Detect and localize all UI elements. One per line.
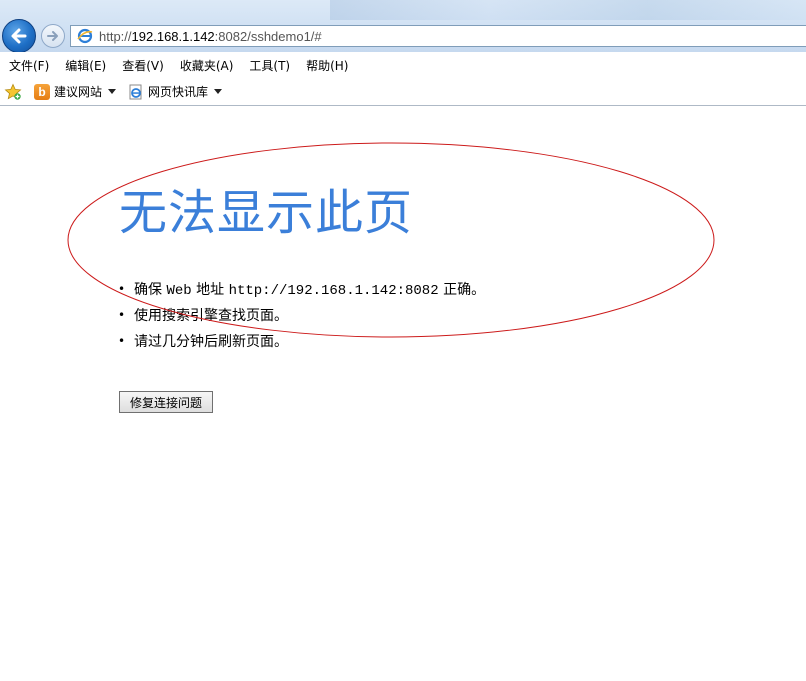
ie-page-icon: [77, 28, 93, 44]
bullet: •: [118, 282, 126, 296]
favorites-star-button[interactable]: [4, 83, 22, 101]
list-item: • 请过几分钟后刷新页面。: [118, 328, 485, 354]
page-title: 无法显示此页: [119, 185, 414, 241]
chevron-down-icon: [214, 89, 223, 94]
ie-page-icon: [129, 84, 142, 99]
fav-suggested-sites-label: 建议网站: [54, 85, 103, 99]
menu-file[interactable]: 文件(F): [9, 57, 49, 74]
forward-button[interactable]: [41, 24, 65, 48]
address-bar[interactable]: http://192.168.1.142:8082/sshdemo1/#: [70, 25, 806, 47]
tips-list: • 确保 Web 地址 http://192.168.1.142:8082 正确…: [118, 276, 485, 354]
fav-web-slice-gallery-label: 网页快讯库: [148, 85, 209, 99]
arrow-left-icon: [11, 28, 27, 44]
menu-help[interactable]: 帮助(H): [306, 57, 348, 74]
tip-text: 请过几分钟后刷新页面。: [134, 334, 288, 350]
chevron-down-icon: [108, 89, 117, 94]
menu-edit[interactable]: 编辑(E): [65, 57, 106, 74]
menu-bar: 文件(F) 编辑(E) 查看(V) 收藏夹(A) 工具(T) 帮助(H): [0, 53, 806, 77]
list-item: • 确保 Web 地址 http://192.168.1.142:8082 正确…: [118, 276, 485, 302]
menu-view[interactable]: 查看(V): [122, 57, 164, 74]
menu-tools[interactable]: 工具(T): [249, 57, 290, 74]
browser-title-bar: http://192.168.1.142:8082/sshdemo1/#: [0, 0, 806, 52]
tip-text: 确保 Web 地址 http://192.168.1.142:8082 正确。: [134, 282, 486, 299]
fav-suggested-sites[interactable]: b 建议网站: [34, 83, 117, 100]
arrow-right-icon: [47, 31, 58, 41]
tip-text: 使用搜索引擎查找页面。: [134, 308, 288, 324]
bullet: •: [118, 334, 126, 348]
favorites-bar: b 建议网站 网页快讯库: [0, 78, 806, 106]
fav-web-slice-gallery[interactable]: 网页快讯库: [128, 83, 223, 100]
bullet: •: [118, 308, 126, 322]
url-text: http://192.168.1.142:8082/sshdemo1/#: [99, 28, 322, 44]
menu-favorites[interactable]: 收藏夹(A): [180, 57, 234, 74]
list-item: • 使用搜索引擎查找页面。: [118, 302, 485, 328]
star-add-icon: [4, 83, 22, 100]
back-button[interactable]: [2, 19, 36, 52]
blurred-tab-strip: [330, 0, 806, 20]
suggested-sites-icon: b: [34, 83, 50, 100]
fix-connection-button[interactable]: 修复连接问题: [119, 391, 213, 413]
